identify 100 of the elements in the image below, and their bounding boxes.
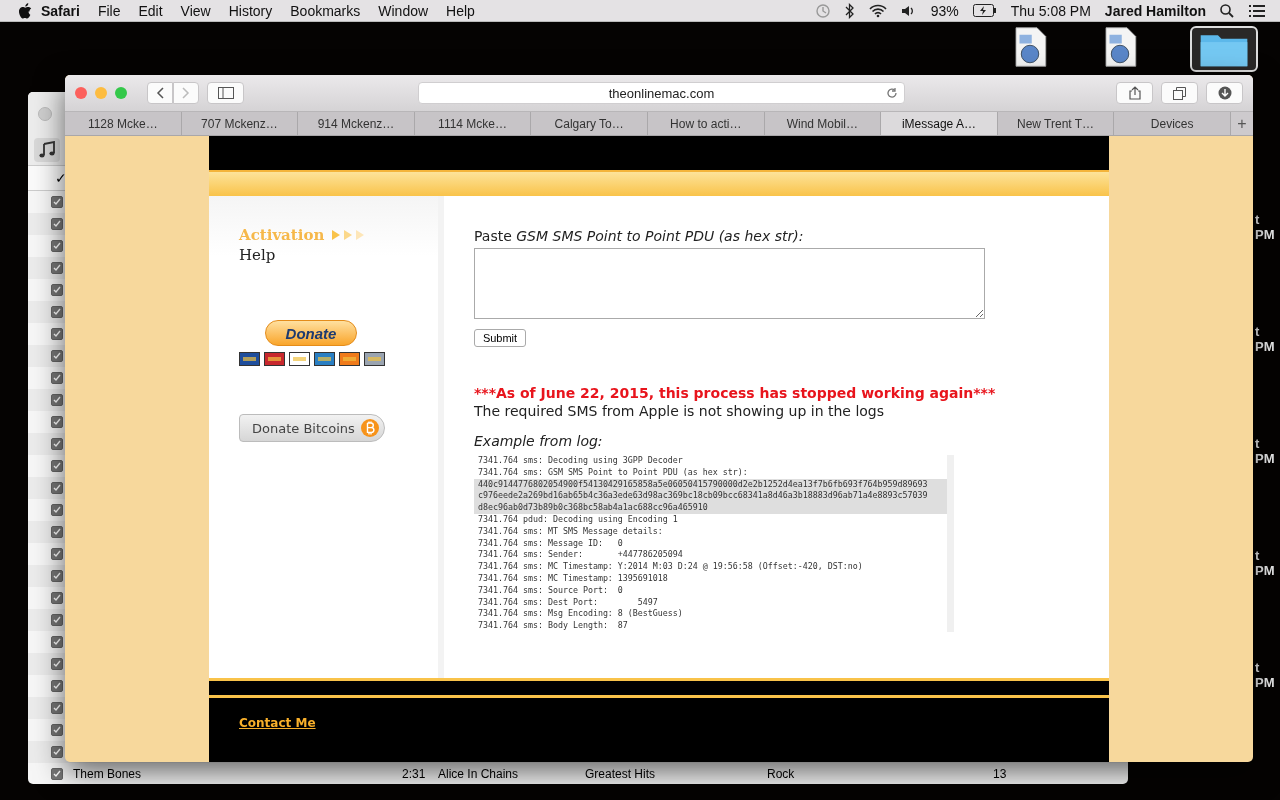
pdu-input-field[interactable] — [474, 248, 985, 319]
checkbox[interactable] — [51, 306, 63, 318]
reload-icon[interactable] — [886, 87, 898, 99]
address-field[interactable]: theonlinemac.com — [418, 82, 905, 104]
checkbox[interactable] — [51, 548, 63, 560]
checkbox[interactable] — [51, 460, 63, 472]
example-label: Example from log: — [474, 433, 604, 449]
checkbox[interactable] — [51, 438, 63, 450]
back-button[interactable] — [147, 82, 173, 104]
browser-tab[interactable]: New Trent T… — [997, 112, 1115, 135]
checkbox[interactable] — [51, 262, 63, 274]
bluetooth-icon[interactable] — [844, 2, 855, 19]
downloads-button[interactable] — [1206, 82, 1243, 104]
column-header[interactable]: ✓ — [55, 170, 67, 186]
wifi-icon[interactable] — [868, 3, 887, 18]
checkbox[interactable] — [51, 482, 63, 494]
share-button[interactable] — [1116, 82, 1153, 104]
checkbox[interactable] — [51, 592, 63, 604]
log-line: 7341.764 sms: Source Port: 0 — [477, 584, 624, 597]
log-line: 7341.764 sms: MC Timestamp: 1395691018 — [477, 572, 669, 585]
browser-tab[interactable]: Wind Mobil… — [764, 112, 882, 135]
menu-item[interactable]: Edit — [129, 2, 172, 19]
menu-item[interactable]: View — [171, 2, 220, 19]
payment-card-icon — [289, 352, 310, 366]
checkbox[interactable] — [51, 284, 63, 296]
checkbox[interactable] — [51, 680, 63, 692]
notice-text: The required SMS from Apple is not showing up in the logs — [474, 403, 885, 419]
desktop-icon-label: PM — [1255, 563, 1275, 578]
paste-label: Paste GSM SMS Point to Point PDU (as hex str): — [474, 228, 805, 244]
desktop-icon-label: t — [1255, 436, 1261, 451]
checkbox[interactable] — [51, 746, 63, 758]
tabs-button[interactable] — [1161, 82, 1198, 104]
log-line: 7341.764 sms: Decoding using 3GPP Decoder — [477, 455, 684, 467]
browser-tab[interactable]: 707 Mckenz… — [181, 112, 299, 135]
song-time: 2:31 — [402, 767, 426, 781]
checkbox[interactable] — [51, 416, 63, 428]
log-line: 7341.764 sms: Message ID: 0 — [477, 537, 624, 550]
share-icon — [1128, 86, 1141, 100]
folder-icon[interactable] — [1190, 26, 1258, 72]
browser-tab[interactable]: How to acti… — [647, 112, 765, 135]
song-genre: Rock — [767, 767, 795, 781]
checkbox[interactable] — [51, 328, 63, 340]
checkbox[interactable] — [51, 768, 63, 780]
browser-tab[interactable]: 914 Mckenz… — [298, 112, 415, 135]
tabs-icon — [1173, 86, 1186, 100]
list-icon[interactable] — [1248, 4, 1266, 17]
checkbox[interactable] — [51, 240, 63, 252]
checkbox[interactable] — [51, 636, 63, 648]
apple-logo-icon[interactable] — [18, 2, 32, 19]
song-artist: Alice In Chains — [438, 767, 519, 781]
checkbox[interactable] — [51, 372, 63, 384]
new-tab-button[interactable]: + — [1230, 112, 1253, 135]
desktop-icon-label: PM — [1255, 451, 1275, 466]
checkbox[interactable] — [51, 614, 63, 626]
user-name[interactable]: Jared Hamilton — [1104, 2, 1206, 19]
donate-button[interactable]: Donate — [265, 320, 357, 346]
search-icon[interactable] — [1220, 3, 1234, 18]
music-note-icon — [39, 141, 55, 159]
desktop-icon-label: t — [1255, 660, 1261, 675]
contact-link[interactable]: Contact Me — [239, 716, 316, 730]
checkbox[interactable] — [51, 526, 63, 538]
checkbox[interactable] — [51, 394, 63, 406]
checkbox[interactable] — [51, 658, 63, 670]
nav-link[interactable]: Help — [239, 246, 276, 264]
browser-tab[interactable]: Calgary To… — [531, 112, 648, 135]
payment-card-icon — [264, 352, 285, 366]
browser-tab[interactable]: iMessage A… — [881, 112, 998, 135]
desktop-icon-label: t — [1255, 324, 1261, 339]
desktop-icon-label: PM — [1255, 339, 1275, 354]
checkbox[interactable] — [51, 504, 63, 516]
music-note-button[interactable] — [34, 138, 60, 162]
browser-tab[interactable]: 1128 Mcke… — [65, 112, 182, 135]
song-name: Them Bones — [73, 767, 142, 781]
checkbox[interactable] — [51, 350, 63, 362]
warning-text: ***As of June 22, 2015, this process has stopped working again*** — [474, 385, 996, 401]
payment-card-icon — [239, 352, 260, 366]
payment-card-icon — [364, 352, 385, 366]
payment-card-icon — [314, 352, 335, 366]
battery-percent: 93% — [930, 2, 959, 19]
battery-icon[interactable] — [972, 4, 997, 17]
app-menu[interactable]: Safari — [32, 2, 89, 19]
sidebar-button[interactable] — [207, 82, 244, 104]
log-line: 7341.764 sms: Body Length: 87 — [477, 620, 629, 632]
checkbox[interactable] — [51, 724, 63, 736]
menu-item[interactable]: File — [88, 2, 130, 19]
submit-button[interactable]: Submit — [474, 329, 526, 347]
log-line: 7341.764 sms: MT SMS Message details: — [477, 525, 664, 538]
browser-tab[interactable]: Devices — [1114, 112, 1231, 135]
menu-item[interactable]: Help — [437, 2, 484, 19]
checkbox[interactable] — [51, 702, 63, 714]
donate-bitcoins-button[interactable]: Donate Bitcoins — [239, 414, 385, 442]
menu-item[interactable]: Window — [369, 2, 438, 19]
browser-tab[interactable]: 1114 Mcke… — [414, 112, 532, 135]
menu-item[interactable]: Bookmarks — [281, 2, 370, 19]
menu-item[interactable]: History — [219, 2, 282, 19]
log-line: 7341.764 sms: Dest Port: 5497 — [477, 596, 659, 609]
checkbox[interactable] — [51, 196, 63, 208]
checkbox[interactable] — [51, 570, 63, 582]
menu-clock[interactable]: Thu 5:08 PM — [1010, 2, 1091, 19]
checkbox[interactable] — [51, 218, 63, 230]
